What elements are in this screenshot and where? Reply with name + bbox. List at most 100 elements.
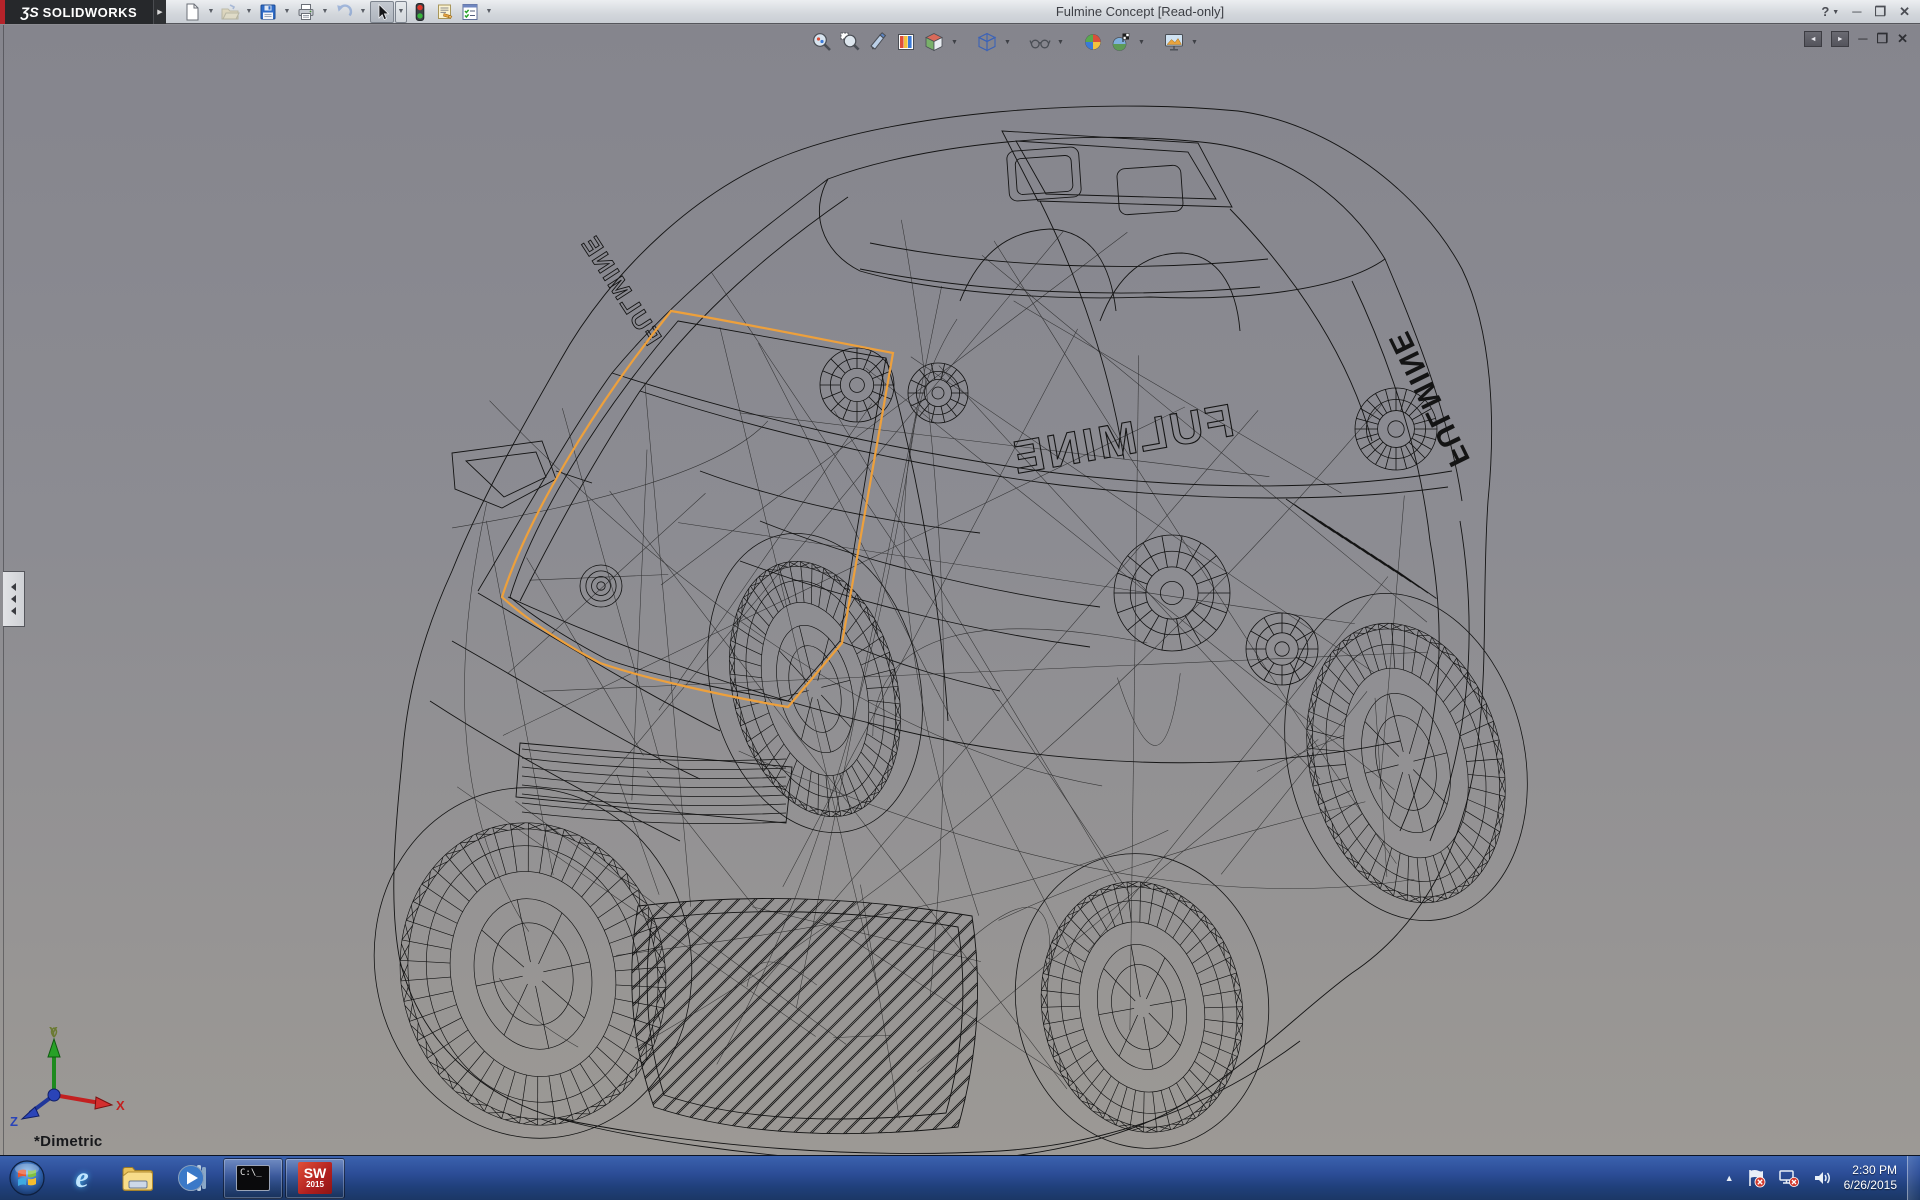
clock-time: 2:30 PM [1844,1163,1897,1178]
document-minimize-button[interactable]: ─ [1858,31,1867,47]
section-view-icon [895,31,917,53]
title-bar: ƷS SOLIDWORKS ▶ ▼ ▼ ▼ ▼ ▼ [0,0,1920,24]
file-properties-icon [435,2,455,22]
appearance-sphere-icon [1082,31,1104,53]
svg-text:FULMINE: FULMINE [1381,325,1475,472]
new-button[interactable] [180,1,204,23]
undo-icon [334,2,354,22]
view-settings-button[interactable] [1162,30,1186,54]
select-cursor-icon [372,2,392,22]
traffic-light-icon [410,2,430,22]
close-button[interactable]: ✕ [1899,0,1910,24]
open-folder-icon [220,2,240,22]
window-controls: ?▼ ─ ❐ ✕ [1821,0,1910,24]
view-orientation-cube-icon [923,31,945,53]
start-button[interactable] [0,1156,54,1200]
headsup-view-toolbar: ▼ ▼ ▼ ▼ ▼ [810,30,1199,54]
apply-scene-icon [1110,31,1132,53]
taskbar-item-internet-explorer[interactable]: e [55,1158,109,1199]
undo-dropdown[interactable]: ▼ [357,1,369,23]
show-desktop-button[interactable] [1907,1156,1920,1200]
display-style-button[interactable] [975,30,999,54]
open-dropdown[interactable]: ▼ [243,1,255,23]
solidworks-window: ƷS SOLIDWORKS ▶ ▼ ▼ ▼ ▼ ▼ [0,0,1920,1200]
hide-show-items-dropdown[interactable]: ▼ [1056,39,1065,46]
print-button[interactable] [294,1,318,23]
section-view-button[interactable] [894,30,918,54]
taskbar-item-command-prompt[interactable]: C:\_ [223,1158,283,1199]
feature-panel-collapse-tab[interactable] [3,571,25,627]
next-window-button[interactable]: ► [1831,31,1849,47]
graphics-viewport[interactable]: FULMINE FULMINE FULMINE [0,25,1920,1155]
y-axis-label: Y [49,1027,58,1039]
view-settings-monitor-icon [1163,31,1185,53]
new-dropdown[interactable]: ▼ [205,1,217,23]
display-style-dropdown[interactable]: ▼ [1003,39,1012,46]
edit-appearance-button[interactable] [1081,30,1105,54]
volume-speaker-icon[interactable] [1812,1168,1832,1188]
taskbar-item-windows-explorer[interactable] [111,1158,165,1199]
collapse-arrow-icon [11,595,16,603]
previous-window-button[interactable]: ◄ [1804,31,1822,47]
brand-name: SOLIDWORKS [43,5,138,20]
x-axis-label: X [116,1098,125,1113]
taskbar-item-media-player[interactable] [167,1158,221,1199]
save-dropdown[interactable]: ▼ [281,1,293,23]
windows-logo-icon [8,1159,46,1197]
collapse-arrow-icon [11,583,16,591]
open-button[interactable] [218,1,242,23]
brand-logo: ƷS SOLIDWORKS [5,0,153,24]
help-dropdown-icon: ▼ [1832,9,1839,16]
document-close-button[interactable]: ✕ [1897,31,1908,47]
previous-view-button[interactable] [866,30,890,54]
solidworks-2015-icon: SW 2015 [298,1162,332,1194]
restore-button[interactable]: ❐ [1874,0,1886,24]
save-button[interactable] [256,1,280,23]
zoom-to-area-icon [839,31,861,53]
print-dropdown[interactable]: ▼ [319,1,331,23]
clock[interactable]: 2:30 PM 6/26/2015 [1844,1163,1901,1193]
action-center-flag-icon[interactable] [1746,1168,1766,1188]
display-style-cube-icon [976,31,998,53]
network-status-icon[interactable] [1778,1168,1800,1188]
window-title: Fulmine Concept [Read-only] [960,0,1320,24]
help-button[interactable]: ?▼ [1821,0,1839,24]
windows-taskbar: e C:\_ SW 2015 ▲ 2:30 PM 6/26/2015 [0,1155,1920,1200]
minimize-button[interactable]: ─ [1852,0,1861,24]
view-orientation-dropdown[interactable]: ▼ [950,39,959,46]
system-tray: ▲ 2:30 PM 6/26/2015 [1725,1156,1907,1200]
orientation-triad: X Y Z [8,1027,128,1127]
view-orientation-button[interactable] [922,30,946,54]
view-orientation-label: *Dimetric [34,1133,103,1150]
apply-scene-button[interactable] [1109,30,1133,54]
command-prompt-icon: C:\_ [236,1165,270,1191]
z-axis-label: Z [10,1114,18,1127]
3ds-logo-icon: ƷS [21,4,39,20]
svg-text:FULMINE: FULMINE [1007,394,1238,484]
save-floppy-icon [258,2,278,22]
select-dropdown[interactable]: ▼ [395,1,407,23]
options-button[interactable] [458,1,482,23]
model-badge-front: FULMINE [1007,394,1238,484]
tray-expand-button[interactable]: ▲ [1725,1173,1734,1183]
internet-explorer-icon: e [75,1161,88,1195]
media-player-icon [177,1162,211,1194]
apply-scene-dropdown[interactable]: ▼ [1137,39,1146,46]
zoom-to-fit-button[interactable] [810,30,834,54]
options-dropdown[interactable]: ▼ [483,1,495,23]
menu-flyout-button[interactable]: ▶ [153,0,166,24]
document-window-controls: ◄ ► ─ ❐ ✕ [1804,31,1908,47]
zoom-to-area-button[interactable] [838,30,862,54]
clock-date: 6/26/2015 [1844,1178,1897,1193]
taskbar-item-solidworks[interactable]: SW 2015 [285,1158,345,1199]
file-properties-button[interactable] [433,1,457,23]
model-wireframe: FULMINE FULMINE FULMINE [0,25,1920,1155]
zoom-to-fit-icon [811,31,833,53]
undo-button[interactable] [332,1,356,23]
view-settings-dropdown[interactable]: ▼ [1190,39,1199,46]
document-restore-button[interactable]: ❐ [1876,31,1888,47]
main-toolbar: ▼ ▼ ▼ ▼ ▼ ▼ [166,0,495,23]
hide-show-items-button[interactable] [1028,30,1052,54]
select-button[interactable] [370,1,394,23]
rebuild-button[interactable] [408,1,432,23]
